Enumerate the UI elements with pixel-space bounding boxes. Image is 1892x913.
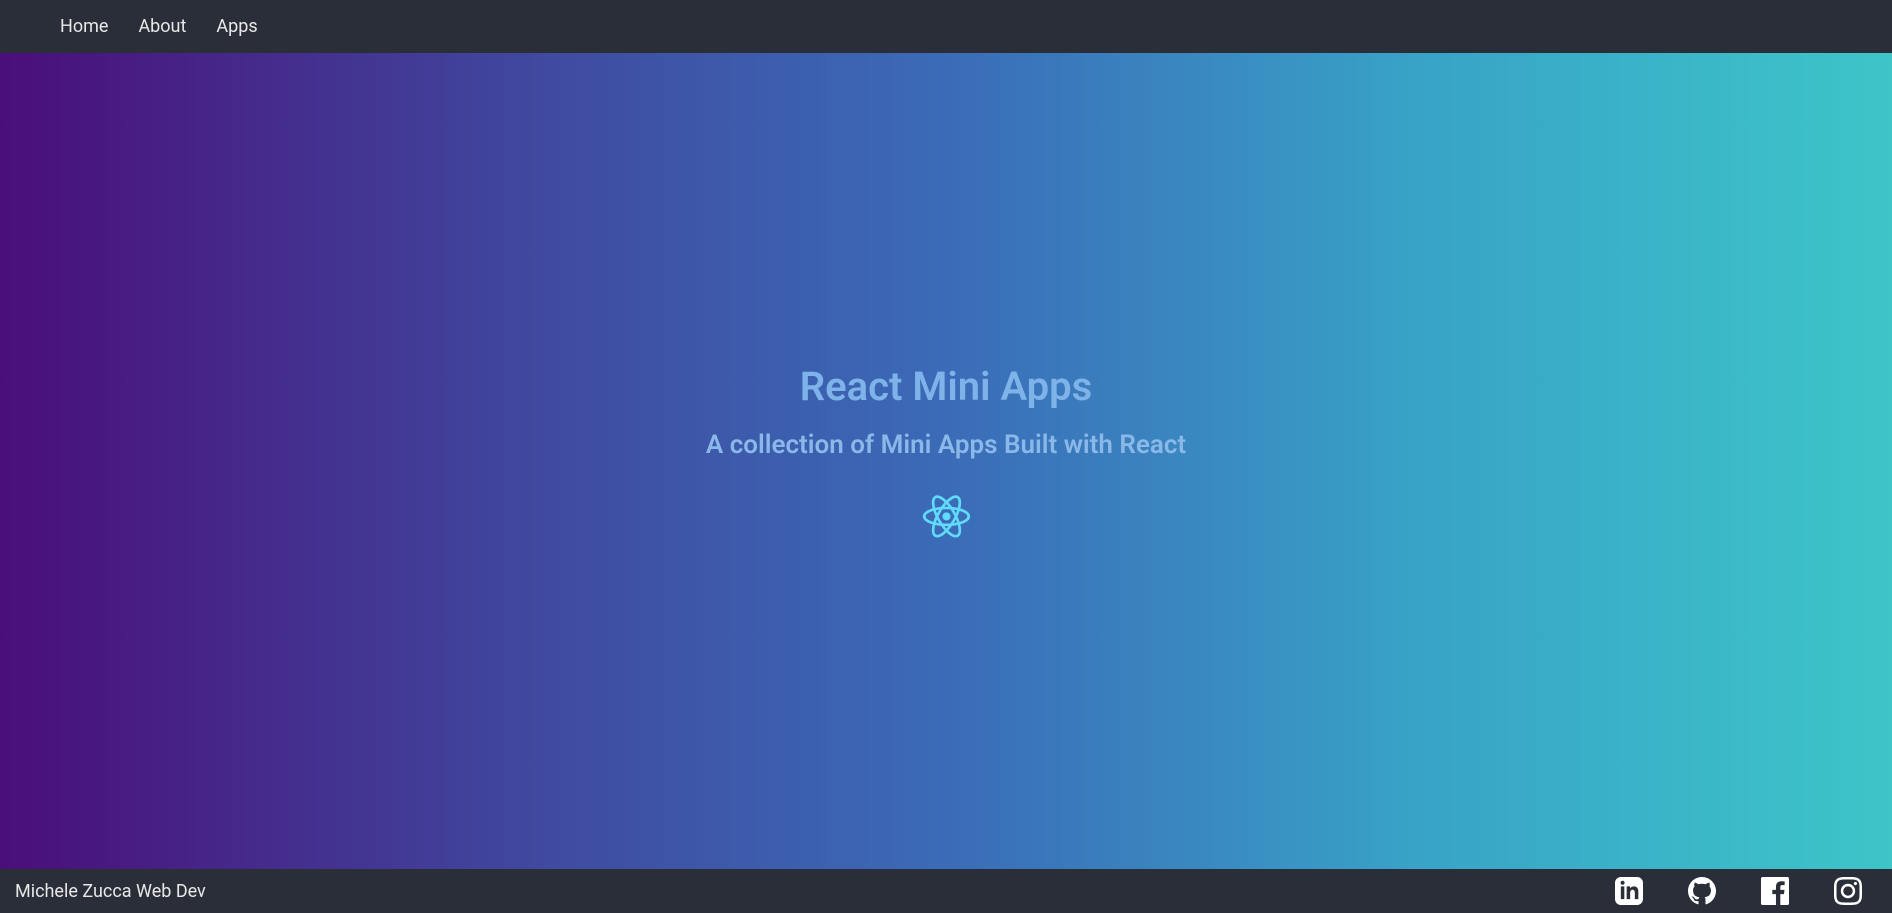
navbar: Home About Apps — [0, 0, 1892, 53]
linkedin-icon[interactable] — [1615, 877, 1643, 905]
react-logo-icon — [909, 490, 984, 560]
github-icon[interactable] — [1688, 877, 1716, 905]
nav-about-link[interactable]: About — [138, 16, 186, 37]
instagram-icon[interactable] — [1834, 877, 1862, 905]
footer: Michele Zucca Web Dev — [0, 869, 1892, 913]
facebook-icon[interactable] — [1761, 877, 1789, 905]
footer-text: Michele Zucca Web Dev — [15, 881, 206, 902]
hero-section: React Mini Apps A collection of Mini App… — [0, 53, 1892, 869]
nav-apps-link[interactable]: Apps — [216, 16, 257, 37]
social-icons — [1615, 877, 1877, 905]
nav-home-link[interactable]: Home — [60, 16, 108, 37]
hero-title: React Mini Apps — [800, 363, 1093, 410]
hero-subtitle: A collection of Mini Apps Built with Rea… — [706, 430, 1186, 460]
